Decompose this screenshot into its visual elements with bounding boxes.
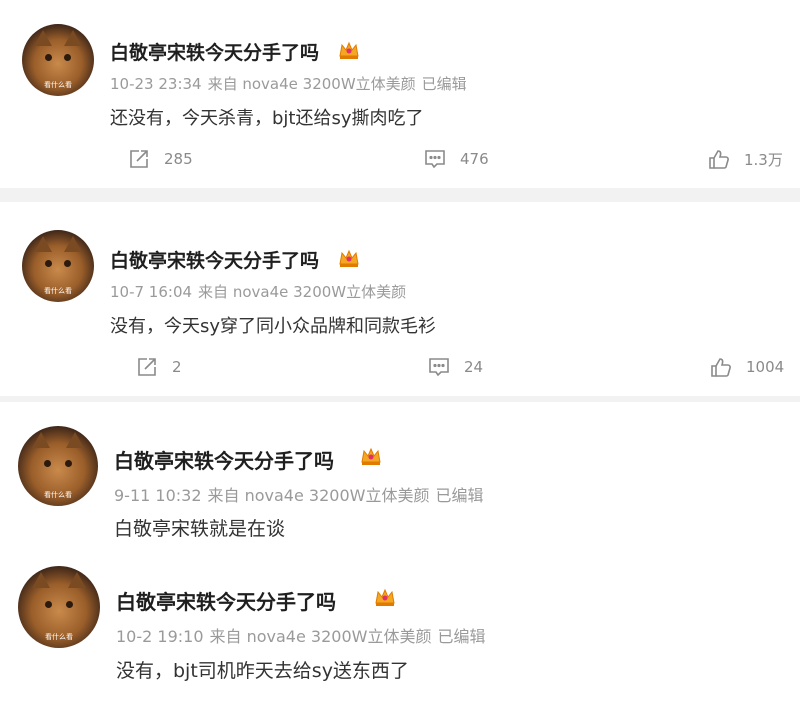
like-count: 1004 xyxy=(746,358,785,376)
comment-meta: 10-7 16:04 来自 nova4e 3200W立体美颜 xyxy=(110,281,412,302)
repost-count: 285 xyxy=(164,150,193,168)
avatar[interactable]: 看什么看 xyxy=(22,230,94,302)
edited-label: 已编辑 xyxy=(435,486,484,505)
comment-icon xyxy=(429,358,449,377)
repost-button[interactable]: 285 xyxy=(128,148,193,170)
like-button[interactable]: 1.3万 xyxy=(708,148,783,170)
username[interactable]: 白敬亭宋轶今天分手了吗 xyxy=(110,246,319,273)
comment-button[interactable]: 24 xyxy=(428,356,483,378)
separator xyxy=(0,188,800,202)
comment-text: 没有，今天sy穿了同小众品牌和同款毛衫 xyxy=(110,316,437,337)
avatar[interactable]: 看什么看 xyxy=(18,566,100,648)
comment-meta: 9-11 10:32 来自 nova4e 3200W立体美颜 已编辑 xyxy=(114,482,489,506)
avatar-caption: 看什么看 xyxy=(44,491,72,499)
repost-count: 2 xyxy=(172,358,182,376)
comment-card: 看什么看 白敬亭宋轶今天分手了吗 10-7 16:04 来自 nova4e 320… xyxy=(0,202,800,396)
username[interactable]: 白敬亭宋轶今天分手了吗 xyxy=(110,38,319,65)
comment-text: 没有，bjt司机昨天去给sy送东西了 xyxy=(116,660,409,682)
repost-button[interactable]: 2 xyxy=(136,356,182,378)
comment-source: 来自 nova4e 3200W立体美颜 xyxy=(207,486,430,505)
comment-text: 白敬亭宋轶就是在谈 xyxy=(114,518,286,540)
repost-icon xyxy=(130,150,148,168)
comment-card: 看什么看 白敬亭宋轶今天分手了吗 10-23 23:34 来自 nova4e 32… xyxy=(0,0,800,188)
crown-icon xyxy=(339,249,359,267)
avatar-caption: 看什么看 xyxy=(44,287,72,295)
comment-date: 10-2 19:10 xyxy=(116,627,204,646)
repost-icon xyxy=(138,358,156,376)
crown-icon xyxy=(361,447,381,465)
comment-source: 来自 nova4e 3200W立体美颜 xyxy=(198,283,407,301)
comment-card: 看什么看 白敬亭宋轶今天分手了吗 9-11 10:32 来自 nova4e 320… xyxy=(0,402,800,552)
username[interactable]: 白敬亭宋轶今天分手了吗 xyxy=(114,445,334,474)
comment-text: 还没有，今天杀青，bjt还给sy撕肉吃了 xyxy=(110,108,424,129)
avatar[interactable]: 看什么看 xyxy=(18,426,98,506)
comment-card: 看什么看 白敬亭宋轶今天分手了吗 10-2 19:10 来自 nova4e 320… xyxy=(0,552,800,702)
like-count: 1.3万 xyxy=(744,150,783,169)
edited-label: 已编辑 xyxy=(421,75,467,93)
comment-icon xyxy=(425,150,445,169)
comment-button[interactable]: 476 xyxy=(424,148,489,170)
comment-count: 24 xyxy=(464,358,484,376)
avatar[interactable]: 看什么看 xyxy=(22,24,94,96)
comment-source: 来自 nova4e 3200W立体美颜 xyxy=(209,627,432,646)
comment-source: 来自 nova4e 3200W立体美颜 xyxy=(207,75,416,93)
edited-label: 已编辑 xyxy=(437,627,486,646)
like-button[interactable]: 1004 xyxy=(710,356,784,378)
comment-meta: 10-2 19:10 来自 nova4e 3200W立体美颜 已编辑 xyxy=(116,623,491,647)
like-icon xyxy=(709,150,729,169)
comment-date: 10-7 16:04 xyxy=(110,283,193,301)
crown-icon xyxy=(339,41,359,59)
like-icon xyxy=(711,358,731,377)
crown-icon xyxy=(375,588,395,606)
comment-date: 10-23 23:34 xyxy=(110,75,202,93)
comment-count: 476 xyxy=(460,150,489,168)
avatar-caption: 看什么看 xyxy=(45,633,73,641)
comment-date: 9-11 10:32 xyxy=(114,486,202,505)
username[interactable]: 白敬亭宋轶今天分手了吗 xyxy=(116,586,336,615)
comment-meta: 10-23 23:34 来自 nova4e 3200W立体美颜 已编辑 xyxy=(110,73,473,94)
avatar-caption: 看什么看 xyxy=(44,81,72,89)
